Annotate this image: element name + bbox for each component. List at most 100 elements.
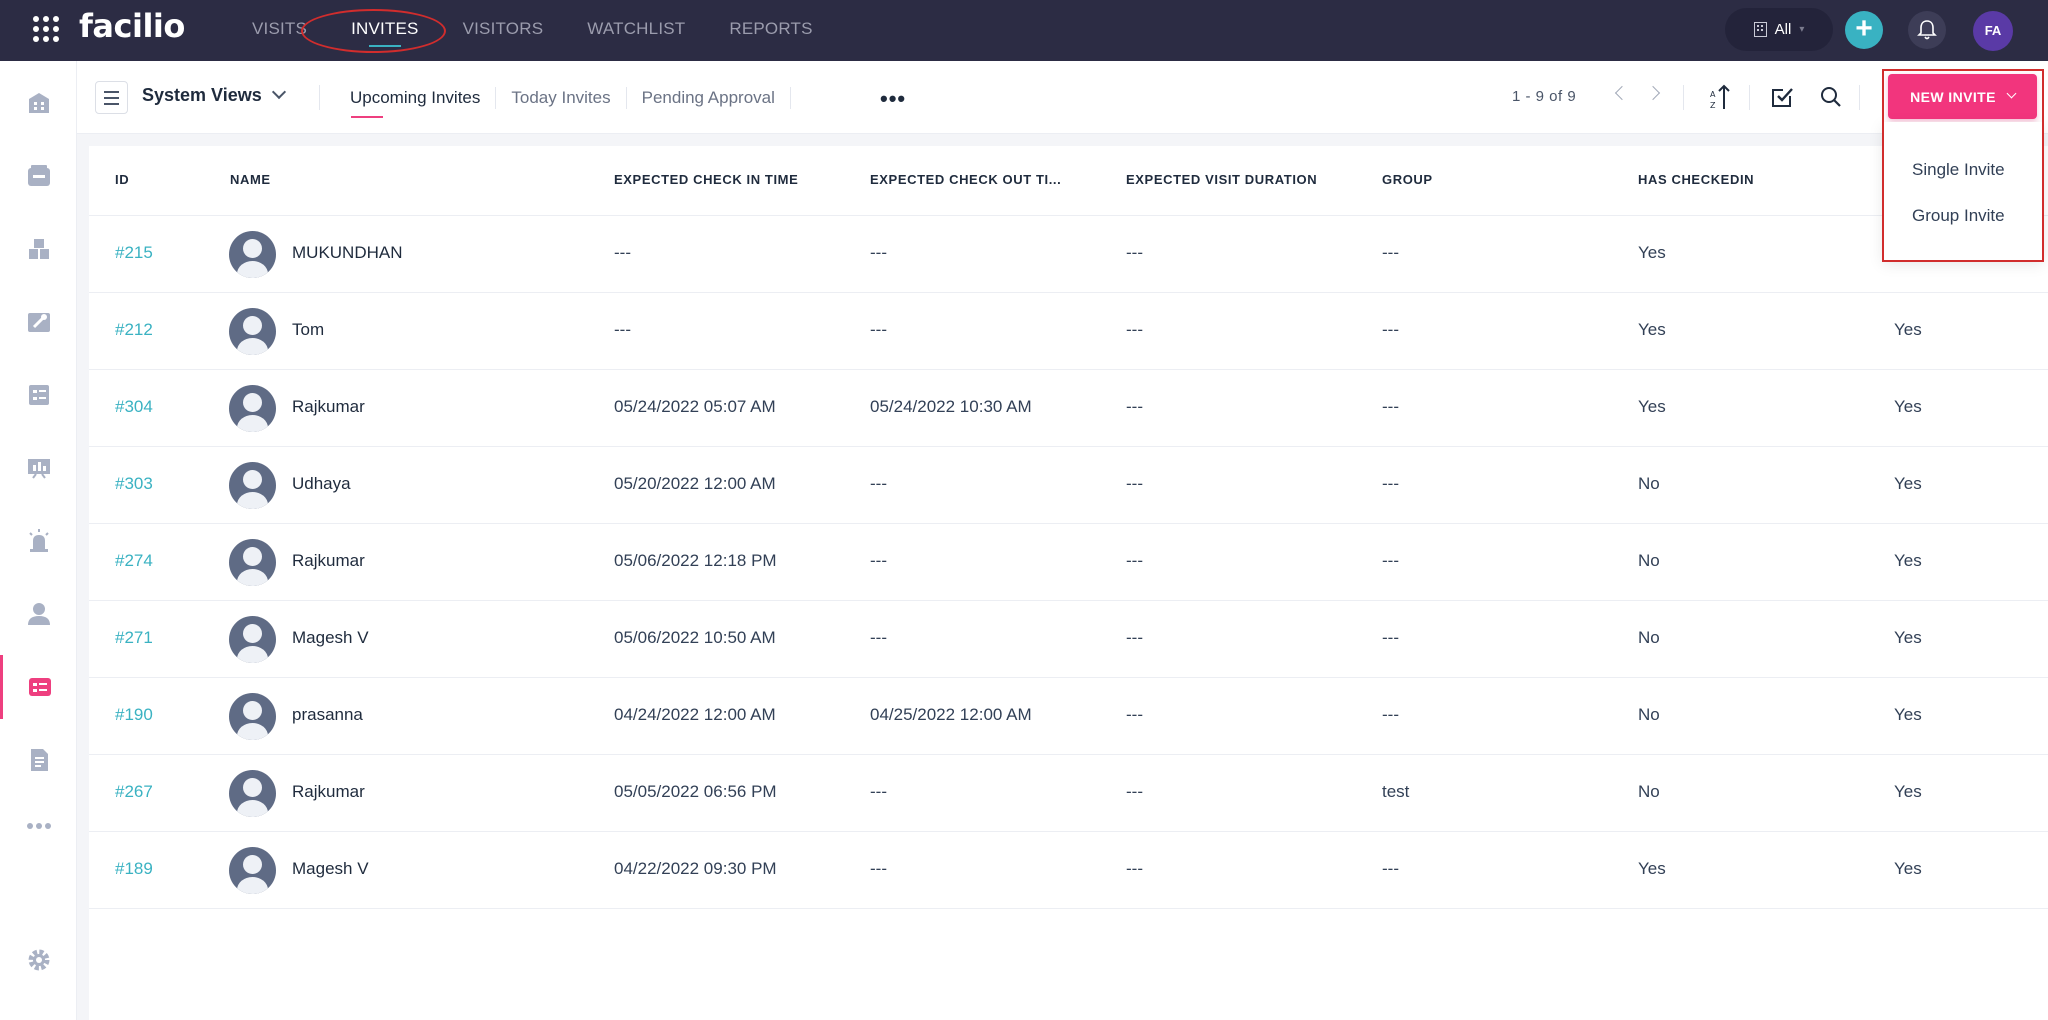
column-header-checkin[interactable]: EXPECTED CHECK IN TIME <box>614 172 798 187</box>
invite-id-link[interactable]: #303 <box>115 474 153 494</box>
new-invite-button[interactable]: NEW INVITE <box>1888 74 2037 119</box>
table-row[interactable]: #189 Magesh V 04/22/2022 09:30 PM --- --… <box>89 832 2048 909</box>
avatar <box>229 462 276 509</box>
column-header-has-checkedin[interactable]: HAS CHECKEDIN <box>1638 172 1754 187</box>
invite-id-link[interactable]: #212 <box>115 320 153 340</box>
sidebar-item-alarms[interactable] <box>0 509 77 573</box>
table-row[interactable]: #190 prasanna 04/24/2022 12:00 AM 04/25/… <box>89 678 2048 755</box>
checkout-time: --- <box>870 859 887 878</box>
next-page-icon[interactable] <box>1645 85 1661 101</box>
visitor-name: Udhaya <box>292 474 351 493</box>
column-header-checkout[interactable]: EXPECTED CHECK OUT TI... <box>870 172 1061 187</box>
prev-page-icon[interactable] <box>1614 85 1630 101</box>
invite-id-link[interactable]: #267 <box>115 782 153 802</box>
group: --- <box>1382 397 1399 416</box>
svg-text:Z: Z <box>1710 101 1716 110</box>
tab-watchlist[interactable]: WATCHLIST <box>565 0 707 61</box>
dashboard-icon <box>27 459 50 479</box>
table-row[interactable]: #267 Rajkumar 05/05/2022 06:56 PM --- --… <box>89 755 2048 832</box>
sidebar-item-reports[interactable] <box>0 728 77 792</box>
avatar <box>229 770 276 817</box>
sidebar-item-more[interactable] <box>0 794 77 858</box>
sidebar-item-settings[interactable] <box>0 928 77 992</box>
checkout-time: 05/24/2022 10:30 AM <box>870 397 1032 416</box>
tab-invites[interactable]: INVITES <box>329 0 441 61</box>
invite-id-link[interactable]: #215 <box>115 243 153 263</box>
quick-create-button[interactable]: + <box>1845 11 1883 49</box>
checkin-time: 05/24/2022 05:07 AM <box>614 397 776 416</box>
group-invite-option[interactable]: Group Invite <box>1912 206 2005 226</box>
table-row[interactable]: #303 Udhaya 05/20/2022 12:00 AM --- --- … <box>89 447 2048 524</box>
facilio-logo[interactable]: facilio <box>79 7 185 45</box>
avatar <box>229 539 276 586</box>
inbox-icon <box>27 165 50 186</box>
sidebar-item-dashboards[interactable] <box>0 436 77 500</box>
table-row[interactable]: #271 Magesh V 05/06/2022 10:50 AM --- --… <box>89 601 2048 678</box>
last-column-value: Yes <box>1894 320 1922 339</box>
table-row[interactable]: #212 Tom --- --- --- --- Yes Yes <box>89 293 2048 370</box>
visit-duration: --- <box>1126 397 1143 416</box>
sidebar-item-inventory[interactable] <box>0 217 77 281</box>
group: --- <box>1382 628 1399 647</box>
visitor-name: MUKUNDHAN <box>292 243 403 262</box>
search-icon[interactable] <box>1820 86 1842 108</box>
user-avatar[interactable]: FA <box>1973 11 2013 51</box>
column-header-group[interactable]: GROUP <box>1382 172 1433 187</box>
sidebar-item-workorders[interactable] <box>0 144 77 208</box>
column-header-id[interactable]: ID <box>115 172 129 187</box>
tab-pending-approval[interactable]: Pending Approval <box>627 61 790 134</box>
has-checkedin: No <box>1638 474 1660 493</box>
sidebar-item-inspections[interactable] <box>0 363 77 427</box>
sidebar-item-maintenance[interactable] <box>0 290 77 354</box>
checkin-time: --- <box>614 243 631 262</box>
last-column-value: Yes <box>1894 551 1922 570</box>
tab-today-invites[interactable]: Today Invites <box>496 61 625 134</box>
single-invite-option[interactable]: Single Invite <box>1912 160 2005 180</box>
visitor-name: Magesh V <box>292 628 369 647</box>
tab-upcoming-invites[interactable]: Upcoming Invites <box>335 61 495 134</box>
last-column-value: Yes <box>1894 474 1922 493</box>
visit-duration: --- <box>1126 628 1143 647</box>
divider <box>789 86 791 109</box>
group: --- <box>1382 320 1399 339</box>
bulk-select-icon[interactable] <box>1770 85 1794 109</box>
divider <box>1683 85 1684 110</box>
view-selector[interactable]: System Views <box>142 84 286 106</box>
sidebar-item-tenants[interactable] <box>0 582 77 646</box>
invite-id-link[interactable]: #271 <box>115 628 153 648</box>
tab-reports[interactable]: REPORTS <box>707 0 834 61</box>
column-header-duration[interactable]: EXPECTED VISIT DURATION <box>1126 172 1317 187</box>
new-invite-dropdown: Single Invite Group Invite <box>1883 122 2043 260</box>
invite-id-link[interactable]: #304 <box>115 397 153 417</box>
tab-visits[interactable]: VISITS <box>230 0 329 61</box>
visit-duration: --- <box>1126 474 1143 493</box>
checkout-time: --- <box>870 551 887 570</box>
has-checkedin: Yes <box>1638 320 1666 339</box>
svg-text:A: A <box>1710 90 1716 99</box>
table-row[interactable]: #274 Rajkumar 05/06/2022 12:18 PM --- --… <box>89 524 2048 601</box>
tab-visitors[interactable]: VISITORS <box>441 0 566 61</box>
group: --- <box>1382 551 1399 570</box>
table-row[interactable]: #304 Rajkumar 05/24/2022 05:07 AM 05/24/… <box>89 370 2048 447</box>
has-checkedin: Yes <box>1638 859 1666 878</box>
column-header-name[interactable]: NAME <box>230 172 271 187</box>
checkin-time: 05/06/2022 12:18 PM <box>614 551 777 570</box>
invite-id-link[interactable]: #189 <box>115 859 153 879</box>
sidebar-item-portfolio[interactable] <box>0 71 77 135</box>
hamburger-menu-button[interactable] <box>95 81 128 114</box>
has-checkedin: No <box>1638 705 1660 724</box>
invite-id-link[interactable]: #274 <box>115 551 153 571</box>
notifications-button[interactable] <box>1908 11 1946 49</box>
checkin-time: 05/05/2022 06:56 PM <box>614 782 777 801</box>
sort-icon[interactable]: AZ <box>1709 83 1731 111</box>
table-row[interactable]: #215 MUKUNDHAN --- --- --- --- Yes Yes <box>89 216 2048 293</box>
checkout-time: --- <box>870 243 887 262</box>
group: --- <box>1382 705 1399 724</box>
sidebar-item-visitors[interactable] <box>0 655 77 719</box>
invite-id-link[interactable]: #190 <box>115 705 153 725</box>
checkout-time: 04/25/2022 12:00 AM <box>870 705 1032 724</box>
more-views-button[interactable]: ••• <box>880 86 906 112</box>
site-selector[interactable]: All ▾ <box>1725 8 1833 51</box>
app-launcher-icon[interactable] <box>33 16 59 42</box>
checkout-time: --- <box>870 474 887 493</box>
